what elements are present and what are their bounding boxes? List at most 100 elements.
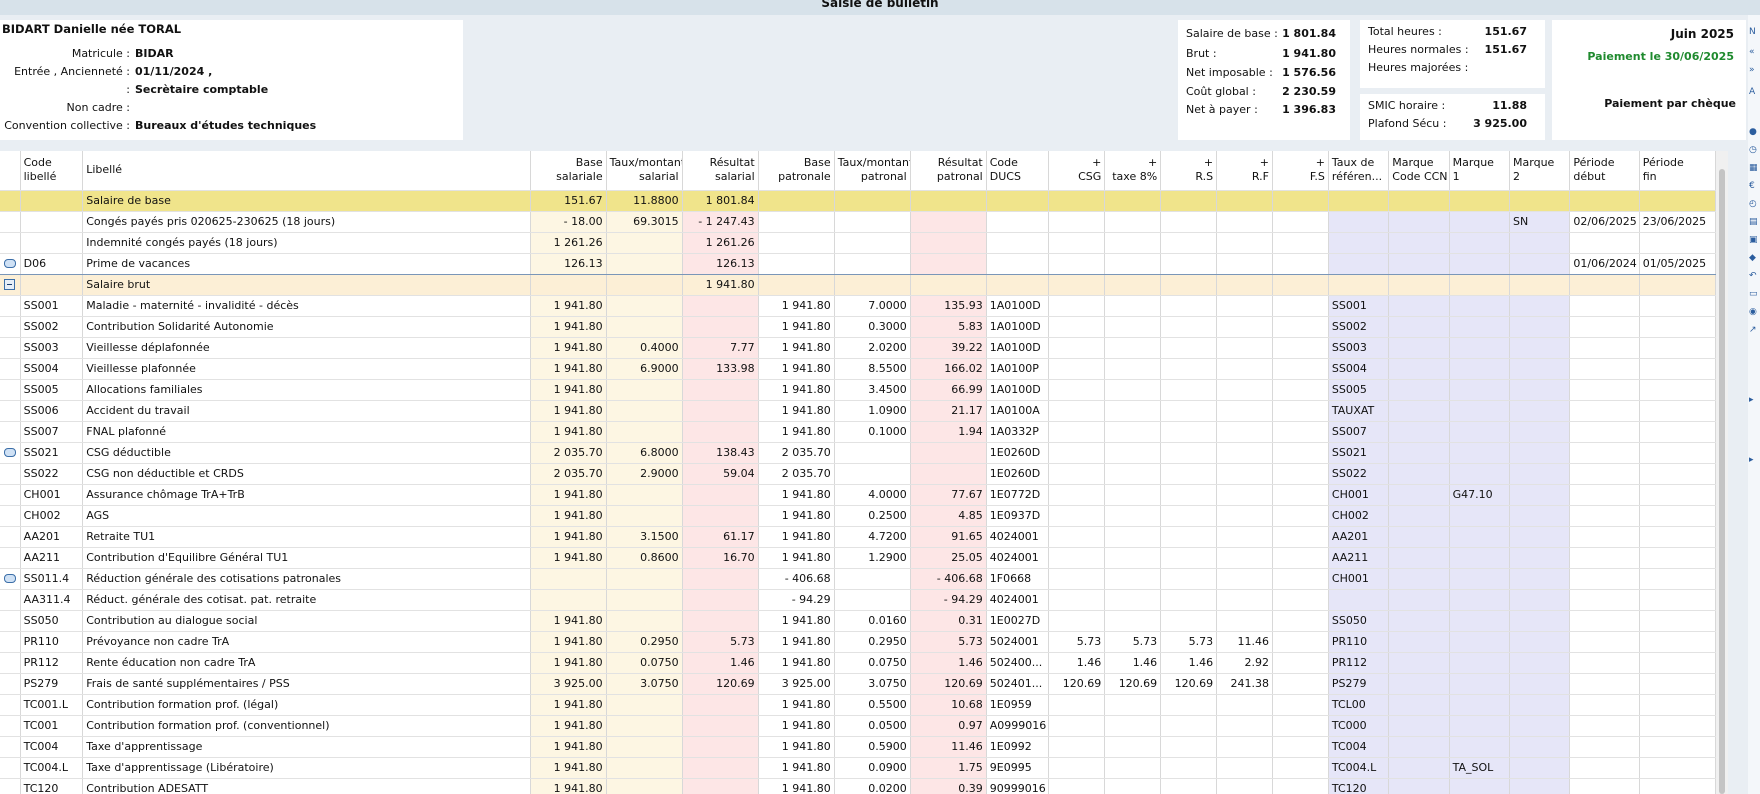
- cell[interactable]: 5024001: [986, 631, 1050, 653]
- table-row[interactable]: TC004.L Taxe d'apprentissage (Libératoire…: [0, 757, 1716, 779]
- cell[interactable]: [1449, 694, 1511, 716]
- cell[interactable]: [1449, 400, 1511, 422]
- cell[interactable]: Retraite TU1: [82, 526, 531, 548]
- cell[interactable]: [1160, 778, 1218, 794]
- cell[interactable]: Accident du travail: [82, 400, 531, 422]
- cell[interactable]: 1E0937D: [986, 505, 1050, 527]
- cell[interactable]: D06: [20, 252, 84, 275]
- cell[interactable]: SS003: [20, 337, 84, 359]
- cell[interactable]: [1509, 379, 1571, 401]
- cell[interactable]: [986, 252, 1050, 275]
- cell[interactable]: 0.0900: [834, 757, 911, 779]
- table-row[interactable]: Congés payés pris 020625-230625 (18 jour…: [0, 211, 1716, 233]
- cell[interactable]: 11.46: [1216, 631, 1273, 653]
- cell[interactable]: [530, 568, 607, 590]
- cell[interactable]: - 18.00: [530, 211, 607, 233]
- cell[interactable]: [1388, 295, 1450, 317]
- cell[interactable]: [1388, 190, 1450, 212]
- cell[interactable]: 1 941.80: [530, 379, 607, 401]
- cell[interactable]: [1272, 232, 1329, 254]
- cell[interactable]: 1 941.80: [758, 400, 835, 422]
- cell[interactable]: [606, 589, 683, 611]
- cell[interactable]: [1639, 757, 1716, 779]
- cell[interactable]: 39.22: [910, 337, 987, 359]
- cell[interactable]: 11.8800: [606, 190, 683, 212]
- cell[interactable]: 1E0260D: [986, 463, 1050, 485]
- cell[interactable]: [1272, 526, 1329, 548]
- cell[interactable]: [910, 252, 987, 275]
- cell[interactable]: [1272, 757, 1329, 779]
- cell[interactable]: CH002: [1328, 505, 1390, 527]
- column-header[interactable]: Marque Code CCN: [1388, 151, 1450, 191]
- cell[interactable]: [1639, 316, 1716, 338]
- cell[interactable]: 1 941.80: [530, 715, 607, 737]
- cell[interactable]: 16.70: [682, 547, 759, 569]
- cell[interactable]: 0.8600: [606, 547, 683, 569]
- cell[interactable]: 11.46: [910, 736, 987, 758]
- cell[interactable]: Contribution formation prof. (légal): [82, 694, 531, 716]
- cell[interactable]: [1509, 232, 1571, 254]
- cell[interactable]: 1 941.80: [758, 358, 835, 380]
- table-row[interactable]: PR110 Prévoyance non cadre TrA 1 941.80 0.2…: [0, 631, 1716, 653]
- cell[interactable]: [1388, 652, 1450, 674]
- cell[interactable]: [1388, 631, 1450, 653]
- cell[interactable]: 5.73: [910, 631, 987, 653]
- undo-icon[interactable]: ↶: [1749, 271, 1759, 281]
- cell[interactable]: [1048, 610, 1106, 632]
- column-header[interactable]: + R.F: [1216, 151, 1273, 191]
- table-row[interactable]: SS004 Vieillesse plafonnée 1 941.80 6.9000 1…: [0, 358, 1716, 380]
- cell[interactable]: AGS: [82, 505, 531, 527]
- cell[interactable]: [1048, 442, 1106, 464]
- cell[interactable]: [1509, 190, 1571, 212]
- cell[interactable]: [1048, 274, 1106, 296]
- cell[interactable]: 1E0260D: [986, 442, 1050, 464]
- cell[interactable]: [1639, 484, 1716, 506]
- cell[interactable]: [1160, 526, 1218, 548]
- cell[interactable]: [1388, 736, 1450, 758]
- cell[interactable]: [1639, 442, 1716, 464]
- cell[interactable]: [1048, 463, 1106, 485]
- cell[interactable]: [1048, 358, 1106, 380]
- column-header[interactable]: + CSG: [1048, 151, 1106, 191]
- cell[interactable]: [1569, 568, 1640, 590]
- cell[interactable]: 4.0000: [834, 484, 911, 506]
- cell[interactable]: [1569, 400, 1640, 422]
- cell[interactable]: 4.85: [910, 505, 987, 527]
- cell[interactable]: [1216, 610, 1273, 632]
- cell[interactable]: [1048, 379, 1106, 401]
- table-row[interactable]: Salaire de base 151.67 11.8800 1 801.84: [0, 190, 1716, 212]
- cell[interactable]: - 94.29: [910, 589, 987, 611]
- cell[interactable]: [606, 379, 683, 401]
- cell[interactable]: 1 941.80: [758, 694, 835, 716]
- cell[interactable]: [1449, 252, 1511, 275]
- column-header[interactable]: Taux de référen...: [1328, 151, 1390, 191]
- cell[interactable]: [1639, 400, 1716, 422]
- column-header[interactable]: Base patronale: [758, 151, 835, 191]
- cell[interactable]: [834, 274, 911, 296]
- cell[interactable]: [1272, 358, 1329, 380]
- cell[interactable]: 135.93: [910, 295, 987, 317]
- cell[interactable]: [682, 589, 759, 611]
- cell[interactable]: [1216, 547, 1273, 569]
- cell[interactable]: 0.0200: [834, 778, 911, 794]
- cell[interactable]: [1449, 778, 1511, 794]
- cell[interactable]: 151.67: [530, 190, 607, 212]
- cell[interactable]: [1639, 631, 1716, 653]
- cell[interactable]: 241.38: [1216, 673, 1273, 695]
- cell[interactable]: G47.10: [1449, 484, 1511, 506]
- cell[interactable]: TC001.L: [20, 694, 84, 716]
- cell[interactable]: [1449, 547, 1511, 569]
- cell[interactable]: 1A0100D: [986, 337, 1050, 359]
- cell[interactable]: 4.7200: [834, 526, 911, 548]
- cell[interactable]: [1569, 694, 1640, 716]
- column-header[interactable]: Libellé: [82, 151, 531, 191]
- cell[interactable]: [1272, 778, 1329, 794]
- cell[interactable]: [1509, 589, 1571, 611]
- cell[interactable]: [1216, 442, 1273, 464]
- cell[interactable]: [1569, 652, 1640, 674]
- cell[interactable]: [1160, 190, 1218, 212]
- cell[interactable]: [986, 211, 1050, 233]
- cell[interactable]: SS011.4: [20, 568, 84, 590]
- cell[interactable]: [1216, 694, 1273, 716]
- cell[interactable]: A0999016: [986, 715, 1050, 737]
